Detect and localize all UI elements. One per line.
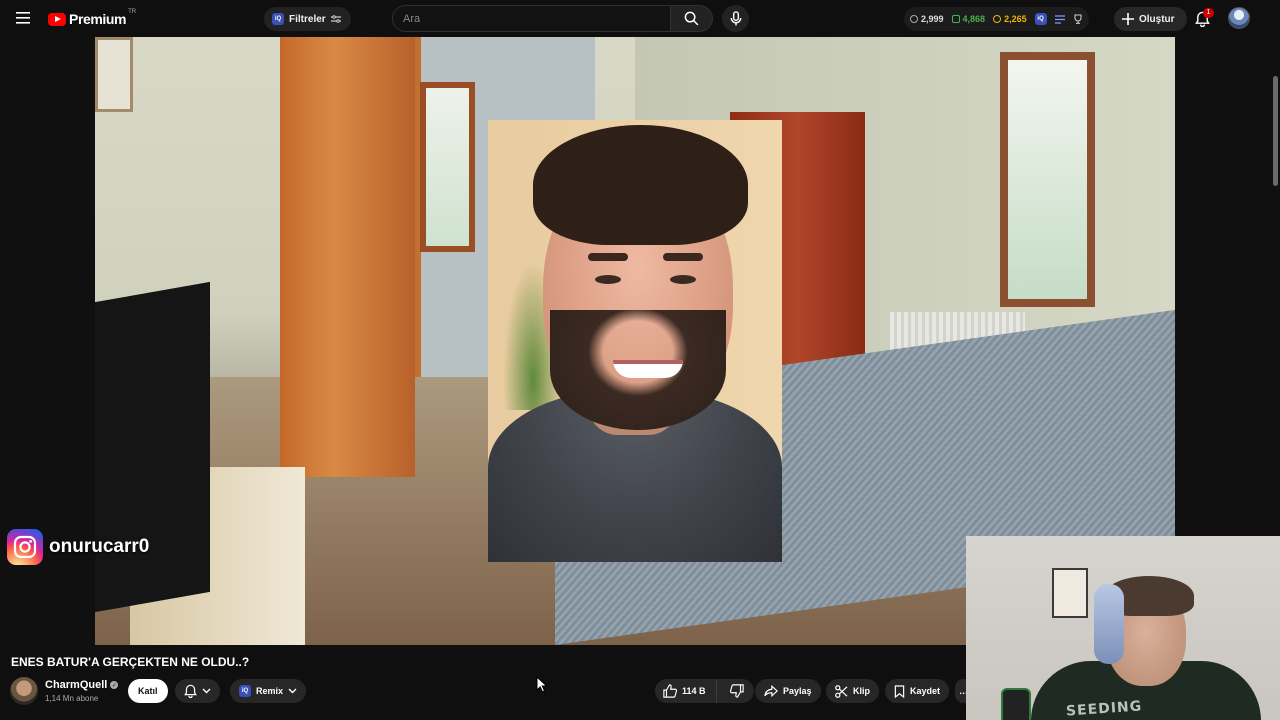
account-avatar[interactable] [1228,7,1250,29]
voice-search-button[interactable] [722,5,749,32]
clip-button[interactable]: Klip [826,679,879,703]
bell-icon [184,684,197,698]
user-icon [951,15,960,23]
portrait-eye [670,275,696,284]
logo-text: Premium [69,11,127,27]
share-icon [764,685,778,697]
remix-button[interactable]: iQ Remix [230,679,307,703]
channel-name-text: CharmQuell [45,679,108,691]
portrait-brow [663,253,703,261]
clock-icon [910,15,918,23]
filters-label: Filtreler [289,13,326,25]
chevron-down-icon [288,688,297,694]
like-dislike-group: 114 B [655,679,754,703]
cam-headset [1094,584,1124,664]
scrollbar-thumb[interactable] [1273,76,1278,186]
logo-country-code: TR [128,9,137,15]
video-title: ENES BATUR'A GERÇEKTEN NE OLDU..? [11,655,250,669]
join-button[interactable]: Katıl [128,679,168,703]
share-button[interactable]: Paylaş [755,679,821,703]
scene-window [420,82,475,252]
mouse-cursor-icon [536,676,548,693]
like-count: 114 B [682,686,706,696]
notification-badge: 1 [1203,8,1214,18]
extension-stats[interactable]: 2,999 4,868 2,265 iQ [904,7,1089,31]
search-input[interactable] [392,5,671,32]
scene-door [280,37,415,477]
extension-icon: iQ [272,13,284,25]
dislike-icon [729,684,744,698]
save-label: Kaydet [910,686,941,696]
stat-item: 2,999 [910,14,944,24]
list-icon[interactable] [1054,14,1065,24]
filters-icon [330,15,341,23]
notifications-button[interactable]: 1 [1188,5,1216,33]
search-box [392,5,713,32]
search-icon [684,11,699,26]
subscription-bell-button[interactable] [175,679,220,703]
extension-icon[interactable]: iQ [1034,13,1047,25]
portrait-photo [488,120,782,562]
scene-window [1000,52,1095,307]
like-button[interactable]: 114 B [655,679,717,703]
portrait-hair [533,125,748,245]
extension-icon: iQ [239,685,251,697]
clock-icon [993,15,1002,23]
cam-poster [1052,568,1088,618]
clip-label: Klip [853,686,870,696]
scene-picture-frame [95,37,133,112]
channel-avatar[interactable] [10,677,38,705]
menu-icon[interactable] [10,4,38,32]
chevron-down-icon [202,688,211,694]
youtube-premium-logo[interactable]: Premium TR [48,9,136,29]
top-bar: Premium TR iQ Filtreler 2,999 4,868 2,26… [0,0,1280,37]
clip-icon [835,684,848,698]
save-button[interactable]: Kaydet [885,679,950,703]
instagram-handle: onurucarr0 [49,536,150,557]
instagram-overlay: onurucarr0 [7,529,149,565]
mic-icon [730,11,741,26]
stat-item: 2,265 [993,14,1027,24]
filters-button[interactable]: iQ Filtreler [264,7,351,31]
stat-item: 4,868 [951,14,986,24]
portrait-mouth [613,360,683,378]
trophy-icon[interactable] [1073,14,1083,24]
create-button[interactable]: Oluştur [1114,7,1187,31]
remix-label: Remix [256,686,284,696]
like-icon [663,684,677,698]
subscriber-count: 1,14 Mn abone [45,694,99,703]
create-label: Oluştur [1139,13,1175,25]
webcam-overlay: SEEDING [966,536,1280,720]
stat-value: 4,868 [962,14,986,24]
search-button[interactable] [671,5,713,32]
portrait-eye [595,275,621,284]
instagram-icon [7,529,43,565]
stat-value: 2,999 [921,14,944,24]
cam-microphone [1001,688,1031,720]
portrait-brow [588,253,628,261]
share-label: Paylaş [783,686,812,696]
save-icon [894,684,905,698]
verified-icon: ✓ [110,681,119,689]
dislike-button[interactable] [722,679,754,703]
channel-name[interactable]: CharmQuell ✓ [45,679,119,691]
stat-value: 2,265 [1004,14,1027,24]
plus-icon [1122,13,1134,25]
youtube-logo-icon [48,12,66,26]
